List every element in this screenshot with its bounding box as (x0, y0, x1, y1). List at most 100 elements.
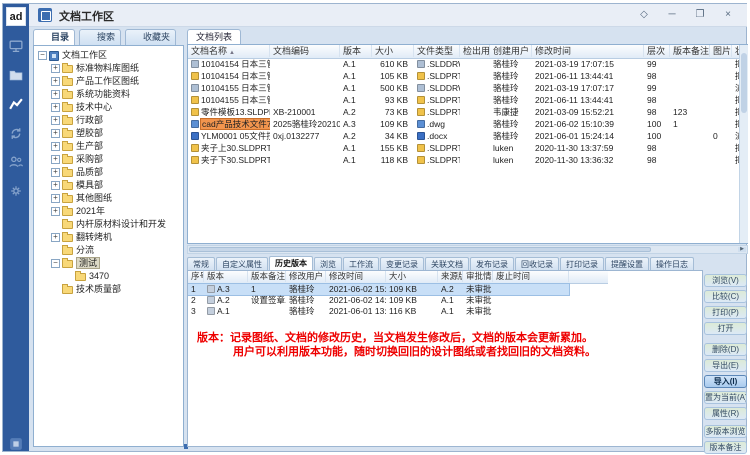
column-header-version[interactable]: 版本 (340, 45, 372, 57)
gear-icon[interactable] (8, 183, 24, 199)
history-column-seq[interactable]: 序号 (188, 271, 204, 282)
tree-item[interactable]: 分流 (34, 244, 183, 257)
history-row[interactable]: 1A.31骆桂玲2021-06-02 15:10:39109 KBA.2未审批 (188, 284, 569, 295)
column-header-size[interactable]: 大小 (372, 45, 414, 57)
column-header-code[interactable]: 文档编码 (270, 45, 340, 57)
tab-打印记录[interactable]: 打印记录 (560, 257, 604, 270)
column-header-modified[interactable]: 修改时间 (532, 45, 644, 57)
history-column-version[interactable]: 版本 (204, 271, 248, 282)
expand-plus-icon[interactable]: + (51, 233, 60, 242)
button-删除D[interactable]: 删除(D) (704, 343, 747, 356)
expand-plus-icon[interactable]: + (51, 103, 60, 112)
button-多版本浏览[interactable]: 多版本浏览 (704, 425, 747, 438)
history-column-abolish[interactable]: 废止时间 (493, 271, 569, 282)
users-icon[interactable] (8, 154, 24, 170)
button-导出E[interactable]: 导出(E) (704, 359, 747, 372)
table-row[interactable]: cad产品技术文件7.dwg2025骆桂玲202106...A.3109 KB.… (188, 118, 748, 130)
expand-plus-icon[interactable]: + (51, 129, 60, 138)
collapse-minus-icon[interactable]: − (51, 259, 60, 268)
tree-item[interactable]: +技术中心 (34, 101, 183, 114)
expand-plus-icon[interactable]: + (51, 142, 60, 151)
tab-自定义属性[interactable]: 自定义属性 (216, 257, 268, 270)
tab-catalog[interactable]: 目录 (33, 29, 75, 45)
tab-提醒设置[interactable]: 提醒设置 (605, 257, 649, 270)
document-list-vertical-scrollbar[interactable] (739, 45, 748, 243)
expand-plus-icon[interactable]: + (51, 90, 60, 99)
history-column-user[interactable]: 修改用户 (286, 271, 326, 282)
column-header-name[interactable]: 文档名称▲ (188, 45, 270, 57)
tree-item[interactable]: +其他图纸 (34, 192, 183, 205)
tab-常规[interactable]: 常规 (187, 257, 215, 270)
button-打开[interactable]: 打开 (704, 322, 747, 335)
column-header-checkout[interactable]: 检出用户 (460, 45, 490, 57)
expand-plus-icon[interactable]: + (51, 64, 60, 73)
button-浏览V[interactable]: 浏览(V) (704, 274, 747, 287)
tree-item[interactable]: −文档工作区 (34, 49, 183, 62)
table-row[interactable]: 10104155 日本三管右侧板 S...A.1500 KB.SLDDRW骆桂玲… (188, 82, 748, 94)
button-置为当前A[interactable]: 置为当前(A) (704, 391, 747, 404)
button-属性R[interactable]: 属性(R) (704, 407, 747, 420)
monitor-icon[interactable] (8, 38, 24, 54)
history-row[interactable]: 3A.1骆桂玲2021-06-01 13:49:04116 KBA.1未审批 (188, 306, 569, 317)
history-column-source[interactable]: 来源版本 (438, 271, 463, 282)
scroll-right-arrow-icon[interactable]: ▶ (738, 247, 746, 252)
expand-plus-icon[interactable]: + (51, 194, 60, 203)
column-header-type[interactable]: 文件类型 (414, 45, 460, 57)
tab-回收记录[interactable]: 回收记录 (515, 257, 559, 270)
tree-item[interactable]: −测试 (34, 257, 183, 270)
tree-item[interactable]: +翻转烤机 (34, 231, 183, 244)
history-row[interactable]: 2A.2设置签章...骆桂玲2021-06-02 14:53:57109 KBA… (188, 295, 569, 306)
tree-item[interactable]: +模具部 (34, 179, 183, 192)
column-header-pic[interactable]: 图片 (710, 45, 732, 57)
table-row[interactable]: 夹子上30.SLDPRTA.1155 KB.SLDPRTluken2020-11… (188, 142, 748, 154)
collapse-minus-icon[interactable]: − (38, 51, 47, 60)
table-row[interactable]: 零件模板13.SLDPRTXB-210001A.273 KB.SLDPRT韦康捷… (188, 106, 748, 118)
history-column-approval[interactable]: 审批情况 (463, 271, 493, 282)
expand-plus-icon[interactable]: + (51, 116, 60, 125)
documents-icon[interactable] (8, 67, 24, 83)
tab-发布记录[interactable]: 发布记录 (470, 257, 514, 270)
button-比较C[interactable]: 比较(C) (704, 290, 747, 303)
history-column-time[interactable]: 修改时间 (326, 271, 386, 282)
tab-search[interactable]: 搜索 (79, 29, 121, 45)
table-row[interactable]: 夹子下30.SLDPRTA.1118 KB.SLDPRTluken2020-11… (188, 154, 748, 166)
restore-button[interactable]: ❐ (689, 7, 711, 23)
sync-icon[interactable] (8, 125, 24, 141)
table-row[interactable]: 10104155 日本三管右侧板 S...A.193 KB.SLDPRT骆桂玲2… (188, 94, 748, 106)
tree-item[interactable]: +系统功能资料 (34, 88, 183, 101)
tree-item[interactable]: +采购部 (34, 153, 183, 166)
tree-item[interactable]: 技术质量部 (34, 283, 183, 296)
minimize-button[interactable]: ─ (661, 7, 683, 23)
tree-item[interactable]: +塑胶部 (34, 127, 183, 140)
tab-浏览[interactable]: 浏览 (314, 257, 342, 270)
tree-item[interactable]: 3470 (34, 270, 183, 283)
expand-plus-icon[interactable]: + (51, 168, 60, 177)
tree-item[interactable]: +生产部 (34, 140, 183, 153)
expand-plus-icon[interactable]: + (51, 207, 60, 216)
column-header-level[interactable]: 层次 (644, 45, 670, 57)
button-版本备注[interactable]: 版本备注 (704, 441, 747, 454)
tab-操作日志[interactable]: 操作日志 (650, 257, 694, 270)
tab-关联文档[interactable]: 关联文档 (425, 257, 469, 270)
tab-favorites[interactable]: 收藏夹 (125, 29, 176, 45)
tree-item[interactable]: +品质部 (34, 166, 183, 179)
expand-plus-icon[interactable]: + (51, 77, 60, 86)
tree-item[interactable]: +2021年 (34, 205, 183, 218)
tree-item[interactable]: +产品工作区图纸 (34, 75, 183, 88)
pin-button[interactable]: ◇ (633, 7, 655, 23)
document-list-horizontal-scrollbar[interactable]: ▶ (187, 245, 748, 254)
tab-变更记录[interactable]: 变更记录 (380, 257, 424, 270)
tree-item[interactable]: +行政部 (34, 114, 183, 127)
app-square-icon[interactable] (8, 436, 24, 452)
tree-item[interactable]: +标准物料库图纸 (34, 62, 183, 75)
close-button[interactable]: × (717, 7, 739, 23)
tab-历史版本[interactable]: 历史版本 (269, 256, 313, 271)
column-header-creator[interactable]: 创建用户 (490, 45, 532, 57)
chart-icon[interactable] (8, 96, 24, 112)
expand-plus-icon[interactable]: + (51, 155, 60, 164)
history-column-size[interactable]: 大小 (386, 271, 438, 282)
button-打印P[interactable]: 打印(P) (704, 306, 747, 319)
scrollbar-thumb[interactable] (189, 247, 651, 252)
tab-工作流[interactable]: 工作流 (343, 257, 379, 270)
column-header-remark[interactable]: 版本备注 (670, 45, 710, 57)
